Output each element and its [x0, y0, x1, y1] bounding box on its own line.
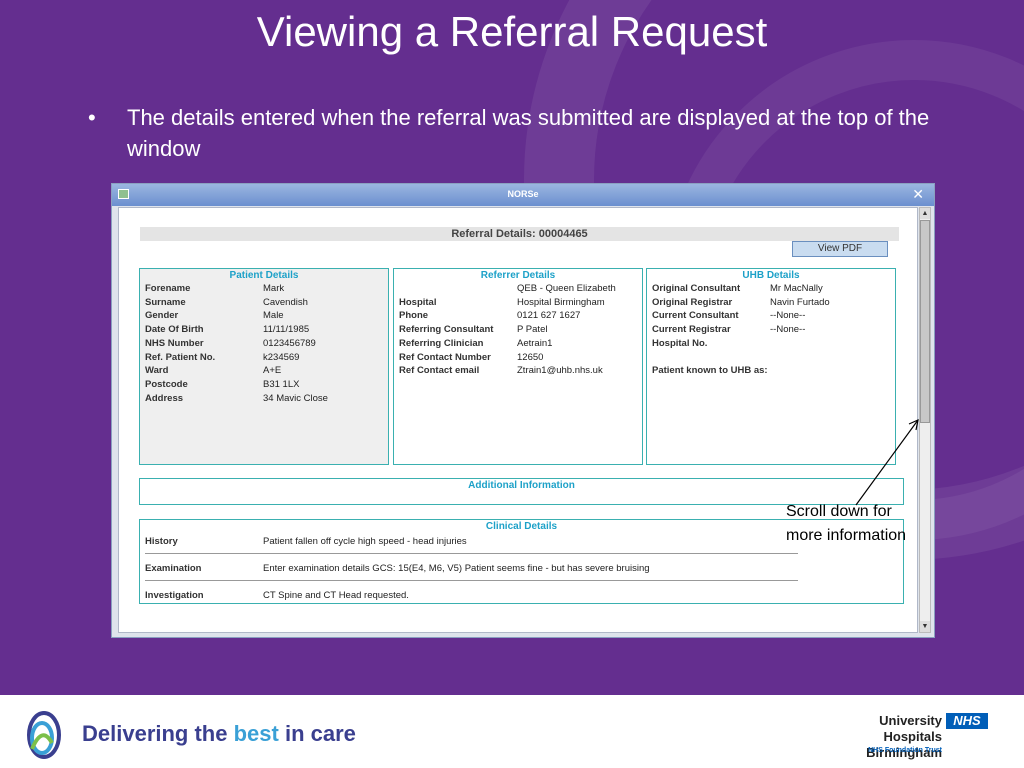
tagline-text: in care: [278, 721, 356, 746]
nhs-badge: NHS: [946, 713, 988, 729]
org-trust: NHS Foundation Trust: [868, 747, 942, 754]
annotation-arrow-icon: [855, 418, 919, 506]
footer: Delivering the best in care University H…: [0, 695, 1024, 768]
annotation-line: Scroll down for: [786, 503, 892, 520]
org-line: University Hospitals: [879, 713, 942, 744]
tagline-best: best: [233, 721, 279, 746]
slide: Viewing a Referral Request • The details…: [0, 0, 1024, 695]
tagline-text: Delivering the: [82, 721, 234, 746]
uhb-swirl-logo-icon: [27, 711, 61, 759]
footer-tagline: Delivering the best in care: [82, 721, 356, 747]
scroll-annotation: Scroll down for more information: [786, 500, 906, 548]
annotation-line: more information: [786, 527, 907, 544]
